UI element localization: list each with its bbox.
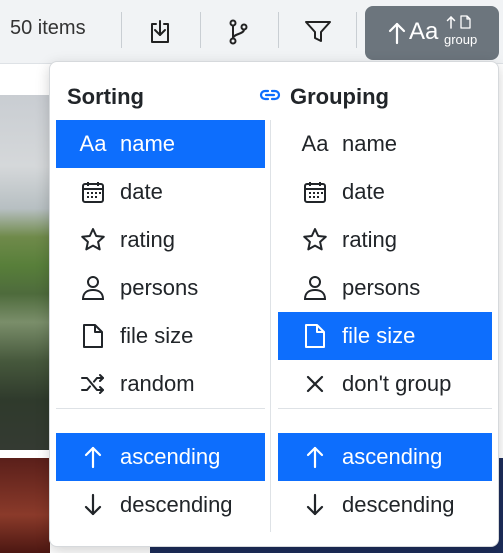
file-icon bbox=[460, 15, 471, 29]
sorting-option-date[interactable]: date bbox=[56, 168, 265, 216]
grouping-option-rating[interactable]: rating bbox=[278, 216, 492, 264]
grouping-option-label: rating bbox=[342, 227, 398, 252]
grouping-option-label: file size bbox=[342, 323, 416, 348]
arrow-down-icon bbox=[80, 492, 106, 518]
sorting-option-label: persons bbox=[120, 275, 199, 300]
sorting-option-label: rating bbox=[120, 227, 176, 252]
download-button[interactable] bbox=[140, 12, 180, 52]
item-count: 50 items bbox=[10, 17, 86, 39]
font-icon: Aa bbox=[79, 131, 107, 156]
grouping-option-don-t-group[interactable]: don't group bbox=[278, 360, 492, 408]
arrow-up-icon bbox=[446, 15, 456, 29]
sorting-option-rating[interactable]: rating bbox=[56, 216, 265, 264]
shuffle-icon bbox=[80, 371, 106, 397]
toolbar-divider bbox=[121, 12, 122, 48]
sorting-option-label: file size bbox=[120, 323, 194, 348]
sorting-option-random[interactable]: random bbox=[56, 360, 265, 408]
arrow-up-icon bbox=[80, 444, 106, 470]
arrow-down-icon bbox=[302, 492, 328, 518]
sorting-option-persons[interactable]: persons bbox=[56, 264, 265, 312]
photo-thumbnail-landscape[interactable] bbox=[0, 95, 50, 450]
column-divider bbox=[270, 120, 271, 532]
grouping-option-name[interactable]: Aa name bbox=[278, 120, 492, 168]
sorting-heading: Sorting bbox=[67, 84, 144, 109]
sorting-option-label: random bbox=[120, 371, 195, 396]
link-icon[interactable] bbox=[259, 88, 281, 102]
grouping-divider bbox=[278, 408, 492, 409]
x-icon bbox=[302, 371, 328, 397]
git-branch-icon bbox=[229, 19, 248, 45]
grouping-option-persons[interactable]: persons bbox=[278, 264, 492, 312]
grouping-option-label: descending bbox=[342, 492, 455, 517]
sorting-option-label: descending bbox=[120, 492, 233, 517]
grouping-option-descending[interactable]: descending bbox=[278, 481, 492, 529]
toolbar-divider bbox=[200, 12, 201, 48]
grouping-option-date[interactable]: date bbox=[278, 168, 492, 216]
sort-name-glyph: Aa bbox=[409, 18, 439, 45]
star-icon bbox=[302, 227, 328, 253]
grouping-option-ascending[interactable]: ascending bbox=[278, 433, 492, 481]
sorting-option-label: name bbox=[120, 131, 176, 156]
sort-group-button[interactable]: Aa group bbox=[365, 6, 499, 60]
person-icon bbox=[80, 275, 106, 301]
calendar-icon bbox=[302, 179, 328, 205]
file-icon bbox=[302, 323, 328, 349]
group-label: group bbox=[444, 32, 478, 47]
calendar-icon bbox=[80, 179, 106, 205]
person-icon bbox=[302, 275, 328, 301]
grouping-option-label: persons bbox=[342, 275, 421, 300]
grouping-option-label: name bbox=[342, 131, 398, 156]
arrow-up-icon bbox=[302, 444, 328, 470]
toolbar-divider bbox=[356, 12, 357, 48]
toolbar: 50 items Aa group bbox=[0, 0, 503, 64]
sorting-option-label: date bbox=[120, 179, 163, 204]
star-icon bbox=[80, 227, 106, 253]
download-icon bbox=[151, 20, 169, 43]
grouping-option-label: don't group bbox=[342, 371, 452, 396]
branch-button[interactable] bbox=[218, 12, 258, 52]
sorting-divider bbox=[56, 408, 265, 409]
grouping-option-label: date bbox=[342, 179, 385, 204]
arrow-up-icon bbox=[388, 22, 406, 45]
grouping-option-file-size[interactable]: file size bbox=[278, 312, 492, 360]
sorting-option-name[interactable]: Aa name bbox=[56, 120, 265, 168]
sorting-option-descending[interactable]: descending bbox=[56, 481, 265, 529]
sorting-option-file-size[interactable]: file size bbox=[56, 312, 265, 360]
photo-thumbnail[interactable] bbox=[0, 458, 50, 553]
toolbar-divider bbox=[278, 12, 279, 48]
grouping-option-label: ascending bbox=[342, 444, 443, 469]
sorting-option-ascending[interactable]: ascending bbox=[56, 433, 265, 481]
font-icon: Aa bbox=[301, 131, 329, 156]
sorting-option-label: ascending bbox=[120, 444, 221, 469]
file-icon bbox=[80, 323, 106, 349]
grouping-heading: Grouping bbox=[290, 84, 389, 109]
sort-group-dropdown: Sorting Grouping Aa name date rating persons… bbox=[49, 61, 499, 547]
filter-button[interactable] bbox=[298, 12, 338, 52]
filter-icon bbox=[305, 21, 331, 42]
